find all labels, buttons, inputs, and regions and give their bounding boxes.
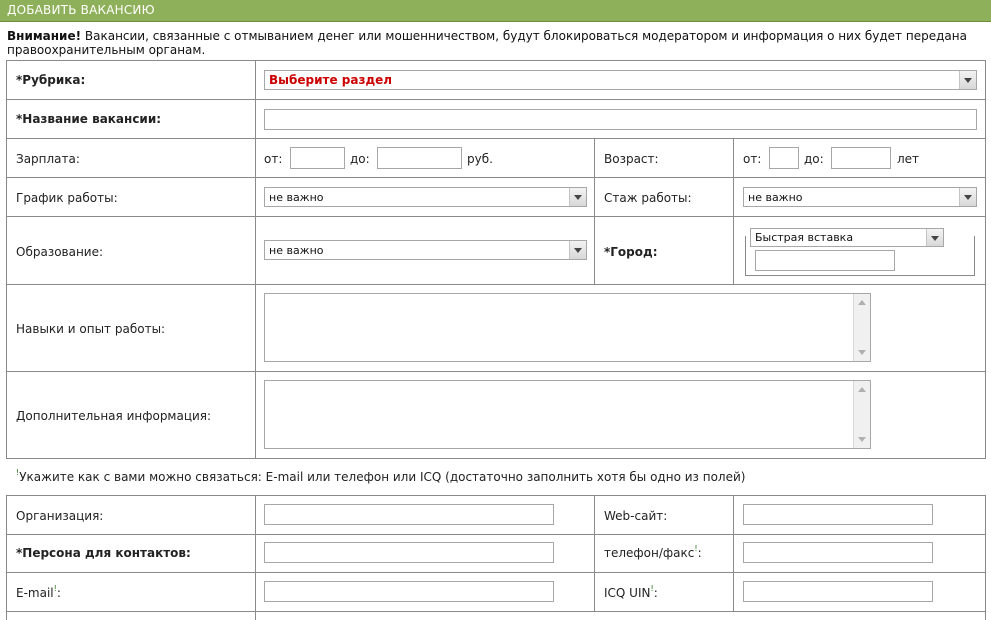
chevron-down-icon[interactable]: [569, 241, 586, 259]
col-divider: [255, 60, 256, 458]
organization-label: Организация:: [16, 509, 104, 523]
row-divider: [6, 611, 986, 612]
salary-label: Зарплата:: [16, 152, 80, 166]
scroll-up-icon[interactable]: [858, 387, 866, 392]
age-from-input[interactable]: [769, 147, 799, 169]
col-divider: [733, 495, 734, 611]
salary-unit: руб.: [467, 152, 493, 166]
required-mark-icon: !: [694, 544, 698, 553]
row-divider: [6, 60, 986, 61]
additional-textarea[interactable]: [264, 380, 871, 449]
contact-person-input[interactable]: [264, 542, 554, 563]
email-input[interactable]: [264, 581, 554, 602]
col-divider: [255, 495, 256, 620]
age-to-label: до:: [804, 152, 824, 166]
scroll-up-icon[interactable]: [858, 300, 866, 305]
education-select[interactable]: не важно: [264, 240, 587, 260]
city-quick-insert-label: Быстрая вставка: [755, 231, 854, 244]
col-divider: [985, 60, 986, 458]
age-unit: лет: [897, 152, 920, 166]
scroll-down-icon[interactable]: [858, 437, 866, 442]
required-mark-icon: !: [53, 584, 57, 593]
email-label-colon: :: [56, 586, 61, 600]
rubric-selected: Выберите раздел: [269, 73, 393, 87]
form-header: ДОБАВИТЬ ВАКАНСИЮ: [0, 0, 991, 22]
skills-label: Навыки и опыт работы:: [16, 322, 166, 336]
required-mark-icon: !: [16, 468, 20, 477]
col-divider: [985, 495, 986, 620]
scroll-down-icon[interactable]: [858, 350, 866, 355]
phone-label-colon: :: [697, 546, 702, 560]
chevron-down-icon[interactable]: [959, 71, 976, 89]
salary-to-label: до:: [350, 152, 370, 166]
row-divider: [6, 572, 986, 573]
rubric-select[interactable]: Выберите раздел: [264, 70, 977, 90]
row-divider: [6, 284, 986, 285]
schedule-select[interactable]: не важно: [264, 187, 587, 207]
icq-label-text: ICQ UIN: [604, 586, 651, 600]
education-label: Образование:: [16, 245, 104, 259]
additional-label: Дополнительная информация:: [16, 409, 212, 423]
email-label: E-mail!:: [16, 584, 61, 600]
col-divider: [594, 138, 595, 284]
schedule-label: График работы:: [16, 191, 118, 205]
contact-note-text: Укажите как с вами можно связаться: E-ma…: [19, 470, 746, 484]
salary-from-label: от:: [264, 152, 283, 166]
col-divider: [594, 495, 595, 611]
website-label: Web-сайт:: [604, 509, 668, 523]
warning-notice: Внимание! Вакансии, связанные с отмывани…: [7, 29, 982, 57]
chevron-down-icon[interactable]: [926, 229, 943, 246]
age-from-label: от:: [743, 152, 762, 166]
form-title: ДОБАВИТЬ ВАКАНСИЮ: [7, 3, 155, 17]
contact-person-label: *Персона для контактов:: [16, 546, 191, 560]
age-label: Возраст:: [604, 152, 659, 166]
website-input[interactable]: [743, 504, 933, 525]
chevron-down-icon[interactable]: [569, 188, 586, 206]
col-divider: [733, 138, 734, 284]
warning-bold: Внимание!: [7, 29, 82, 43]
city-label: *Город:: [604, 245, 658, 259]
row-divider: [6, 371, 986, 372]
city-input[interactable]: [755, 250, 895, 271]
rubric-label: *Рубрика:: [16, 73, 86, 87]
warning-text: Вакансии, связанные с отмыванием денег и…: [7, 29, 967, 57]
experience-selected: не важно: [748, 191, 803, 204]
scrollbar[interactable]: [853, 381, 870, 448]
row-divider: [6, 177, 986, 178]
email-label-text: E-mail: [16, 586, 54, 600]
organization-input[interactable]: [264, 504, 554, 525]
row-divider: [6, 138, 986, 139]
col-divider: [6, 495, 7, 620]
city-quick-insert-select[interactable]: Быстрая вставка: [750, 228, 944, 247]
row-divider: [6, 216, 986, 217]
row-divider: [6, 458, 986, 459]
row-divider: [6, 495, 986, 496]
age-to-input[interactable]: [831, 147, 891, 169]
phone-label: телефон/факс!:: [604, 544, 702, 560]
chevron-down-icon[interactable]: [959, 188, 976, 206]
contact-note: !Укажите как с вами можно связаться: E-m…: [16, 468, 746, 484]
icq-label-colon: :: [653, 586, 658, 600]
col-divider: [6, 60, 7, 458]
icq-label: ICQ UIN!:: [604, 584, 658, 600]
phone-input[interactable]: [743, 542, 933, 563]
experience-select[interactable]: не важно: [743, 187, 977, 207]
icq-input[interactable]: [743, 581, 933, 602]
scrollbar[interactable]: [853, 294, 870, 361]
vacancy-title-label: *Название вакансии:: [16, 112, 162, 126]
skills-textarea[interactable]: [264, 293, 871, 362]
schedule-selected: не важно: [269, 191, 324, 204]
row-divider: [6, 99, 986, 100]
required-mark-icon: !: [650, 584, 654, 593]
row-divider: [6, 534, 986, 535]
vacancy-title-input[interactable]: [264, 109, 977, 130]
education-selected: не важно: [269, 244, 324, 257]
salary-from-input[interactable]: [290, 147, 345, 169]
salary-to-input[interactable]: [377, 147, 462, 169]
phone-label-text: телефон/факс: [604, 546, 695, 560]
experience-label: Стаж работы:: [604, 191, 692, 205]
